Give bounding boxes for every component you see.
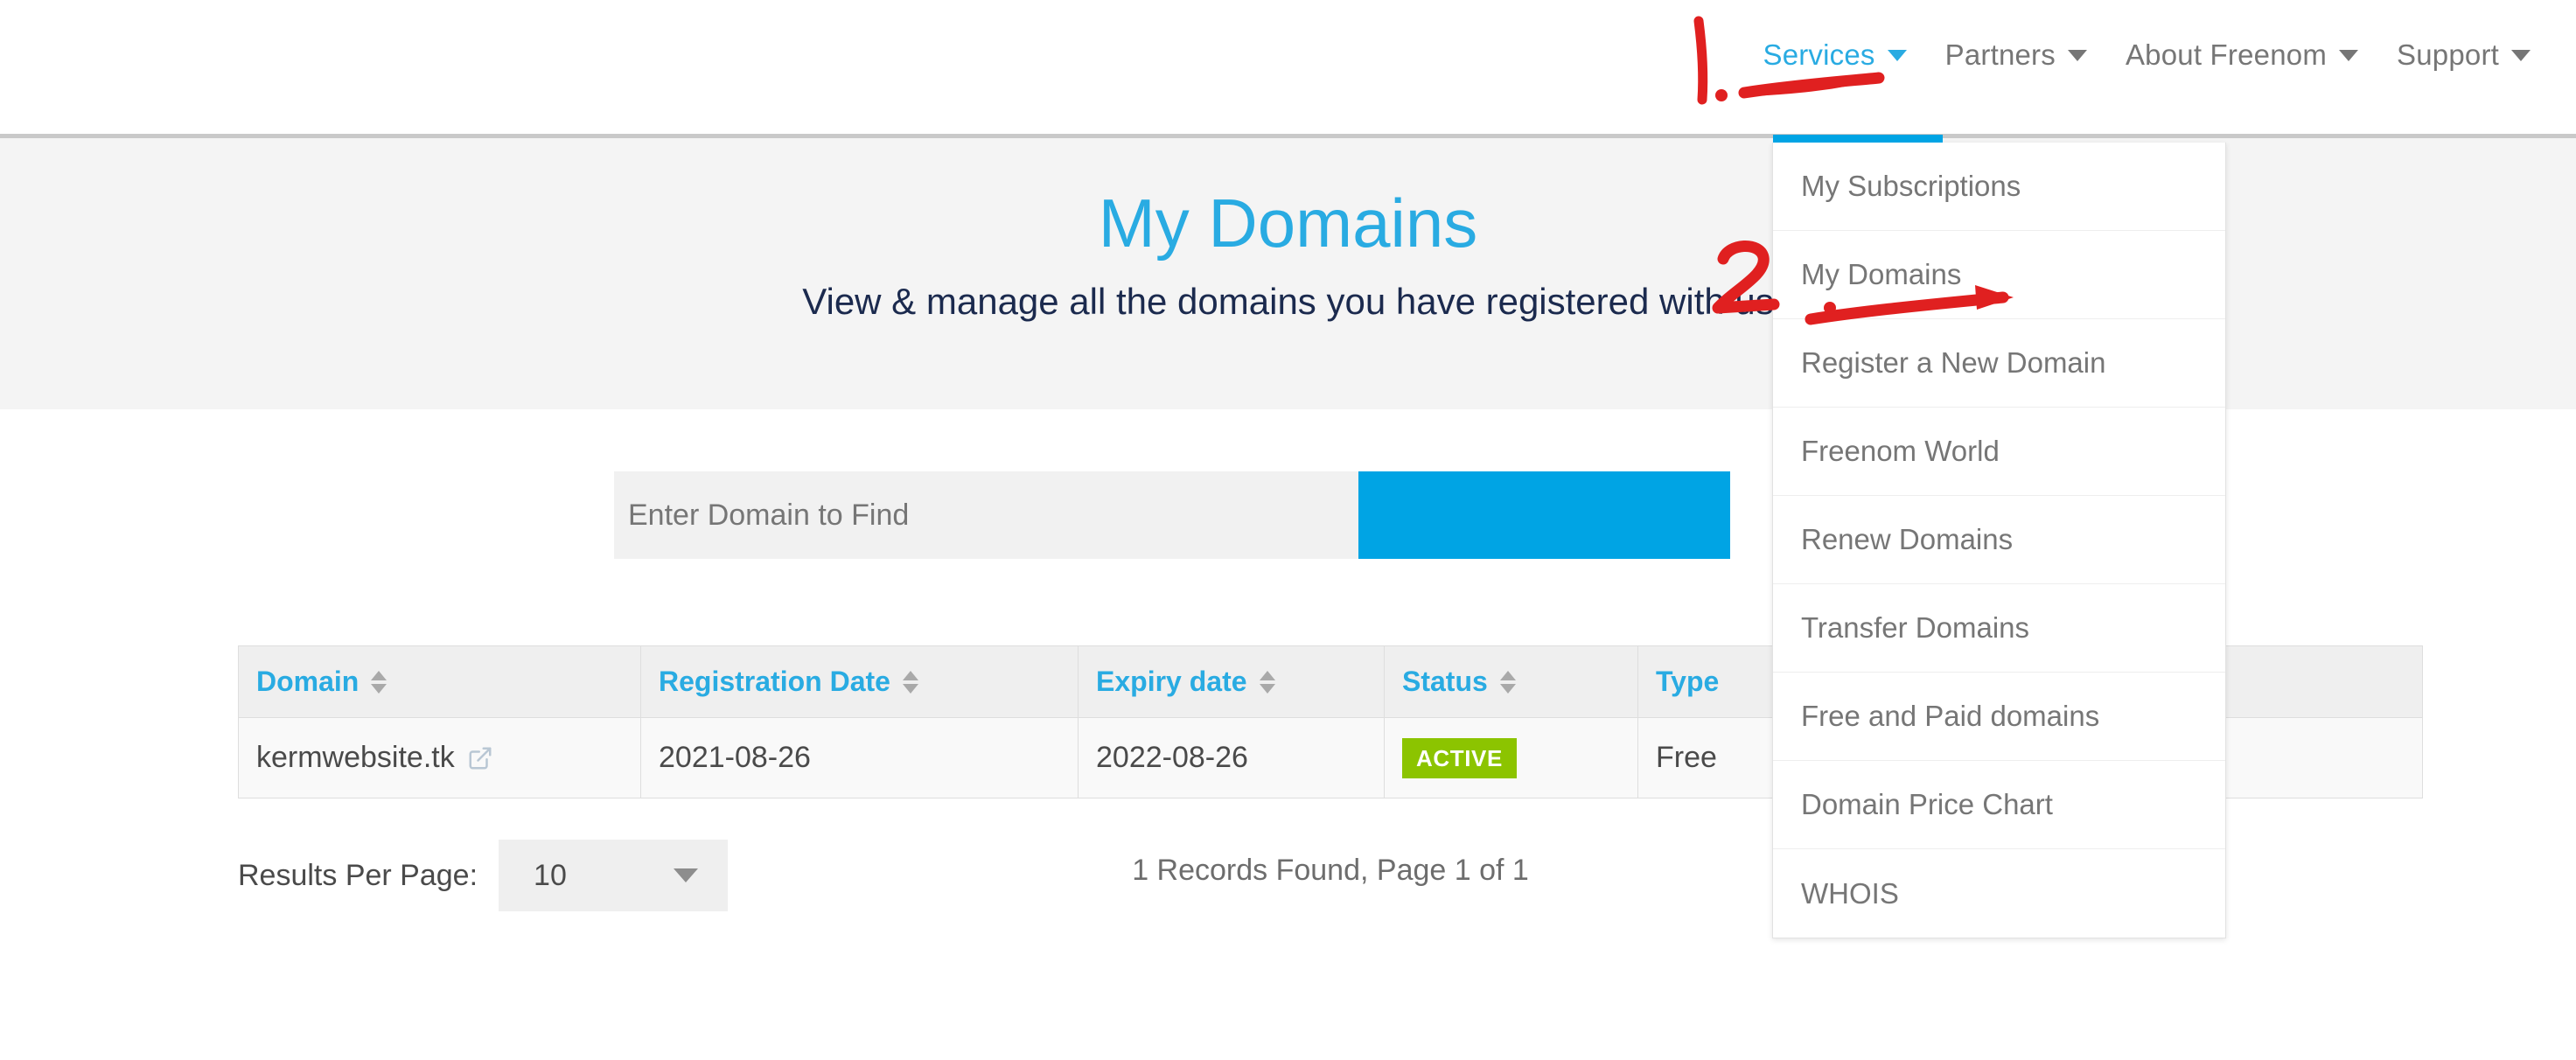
external-link-icon[interactable] <box>467 745 493 771</box>
dropdown-item-my-domains[interactable]: My Domains <box>1773 231 2225 319</box>
nav-item-services-label: Services <box>1763 38 1874 72</box>
status-badge: ACTIVE <box>1402 738 1517 778</box>
top-navigation-bar: Services Partners About Freenom Support <box>0 0 2576 138</box>
nav-item-support[interactable]: Support <box>2377 38 2550 72</box>
nav-item-partners[interactable]: Partners <box>1926 38 2106 72</box>
domain-search-bar <box>614 471 1730 559</box>
nav-item-support-label: Support <box>2397 38 2499 72</box>
active-tab-indicator <box>1773 135 1943 143</box>
column-header-type-label: Type <box>1656 666 1719 698</box>
chevron-down-icon <box>2511 50 2531 61</box>
dropdown-item-transfer-domains[interactable]: Transfer Domains <box>1773 584 2225 673</box>
column-header-status-label: Status <box>1402 666 1488 698</box>
sort-arrows-icon[interactable] <box>1500 671 1516 694</box>
dropdown-item-my-subscriptions[interactable]: My Subscriptions <box>1773 143 2225 231</box>
search-input[interactable] <box>614 471 1358 559</box>
nav-item-services[interactable]: Services <box>1743 38 1925 72</box>
chevron-down-icon <box>1888 50 1907 61</box>
dropdown-item-free-and-paid-domains[interactable]: Free and Paid domains <box>1773 673 2225 761</box>
column-header-registration-date-label: Registration Date <box>659 666 890 698</box>
column-header-registration-date[interactable]: Registration Date <box>641 646 1079 718</box>
sort-arrows-icon[interactable] <box>371 671 387 694</box>
dropdown-item-freenom-world[interactable]: Freenom World <box>1773 408 2225 496</box>
column-header-expiry-date[interactable]: Expiry date <box>1079 646 1385 718</box>
cell-expiry-date: 2022-08-26 <box>1079 718 1385 798</box>
nav-item-about-freenom[interactable]: About Freenom <box>2106 38 2377 72</box>
cell-status: ACTIVE <box>1385 718 1638 798</box>
dropdown-item-register-a-new-domain[interactable]: Register a New Domain <box>1773 319 2225 408</box>
page-root: Services Partners About Freenom Support … <box>0 0 2576 1060</box>
chevron-down-icon <box>2068 50 2087 61</box>
nav-links: Services Partners About Freenom Support <box>1743 38 2550 72</box>
column-header-status[interactable]: Status <box>1385 646 1638 718</box>
dropdown-item-renew-domains[interactable]: Renew Domains <box>1773 496 2225 584</box>
column-header-expiry-date-label: Expiry date <box>1096 666 1247 698</box>
cell-domain: kermwebsite.tk <box>239 718 641 798</box>
column-header-domain[interactable]: Domain <box>239 646 641 718</box>
nav-item-about-freenom-label: About Freenom <box>2126 38 2327 72</box>
domain-name-link[interactable]: kermwebsite.tk <box>256 741 455 775</box>
cell-registration-date: 2021-08-26 <box>641 718 1079 798</box>
search-button[interactable] <box>1358 471 1730 559</box>
chevron-down-icon <box>2339 50 2358 61</box>
sort-arrows-icon[interactable] <box>903 671 918 694</box>
sort-arrows-icon[interactable] <box>1260 671 1275 694</box>
services-dropdown-menu: My Subscriptions My Domains Register a N… <box>1772 143 2226 938</box>
dropdown-item-whois[interactable]: WHOIS <box>1773 849 2225 938</box>
column-header-domain-label: Domain <box>256 666 359 698</box>
dropdown-item-domain-price-chart[interactable]: Domain Price Chart <box>1773 761 2225 849</box>
nav-item-partners-label: Partners <box>1945 38 2056 72</box>
